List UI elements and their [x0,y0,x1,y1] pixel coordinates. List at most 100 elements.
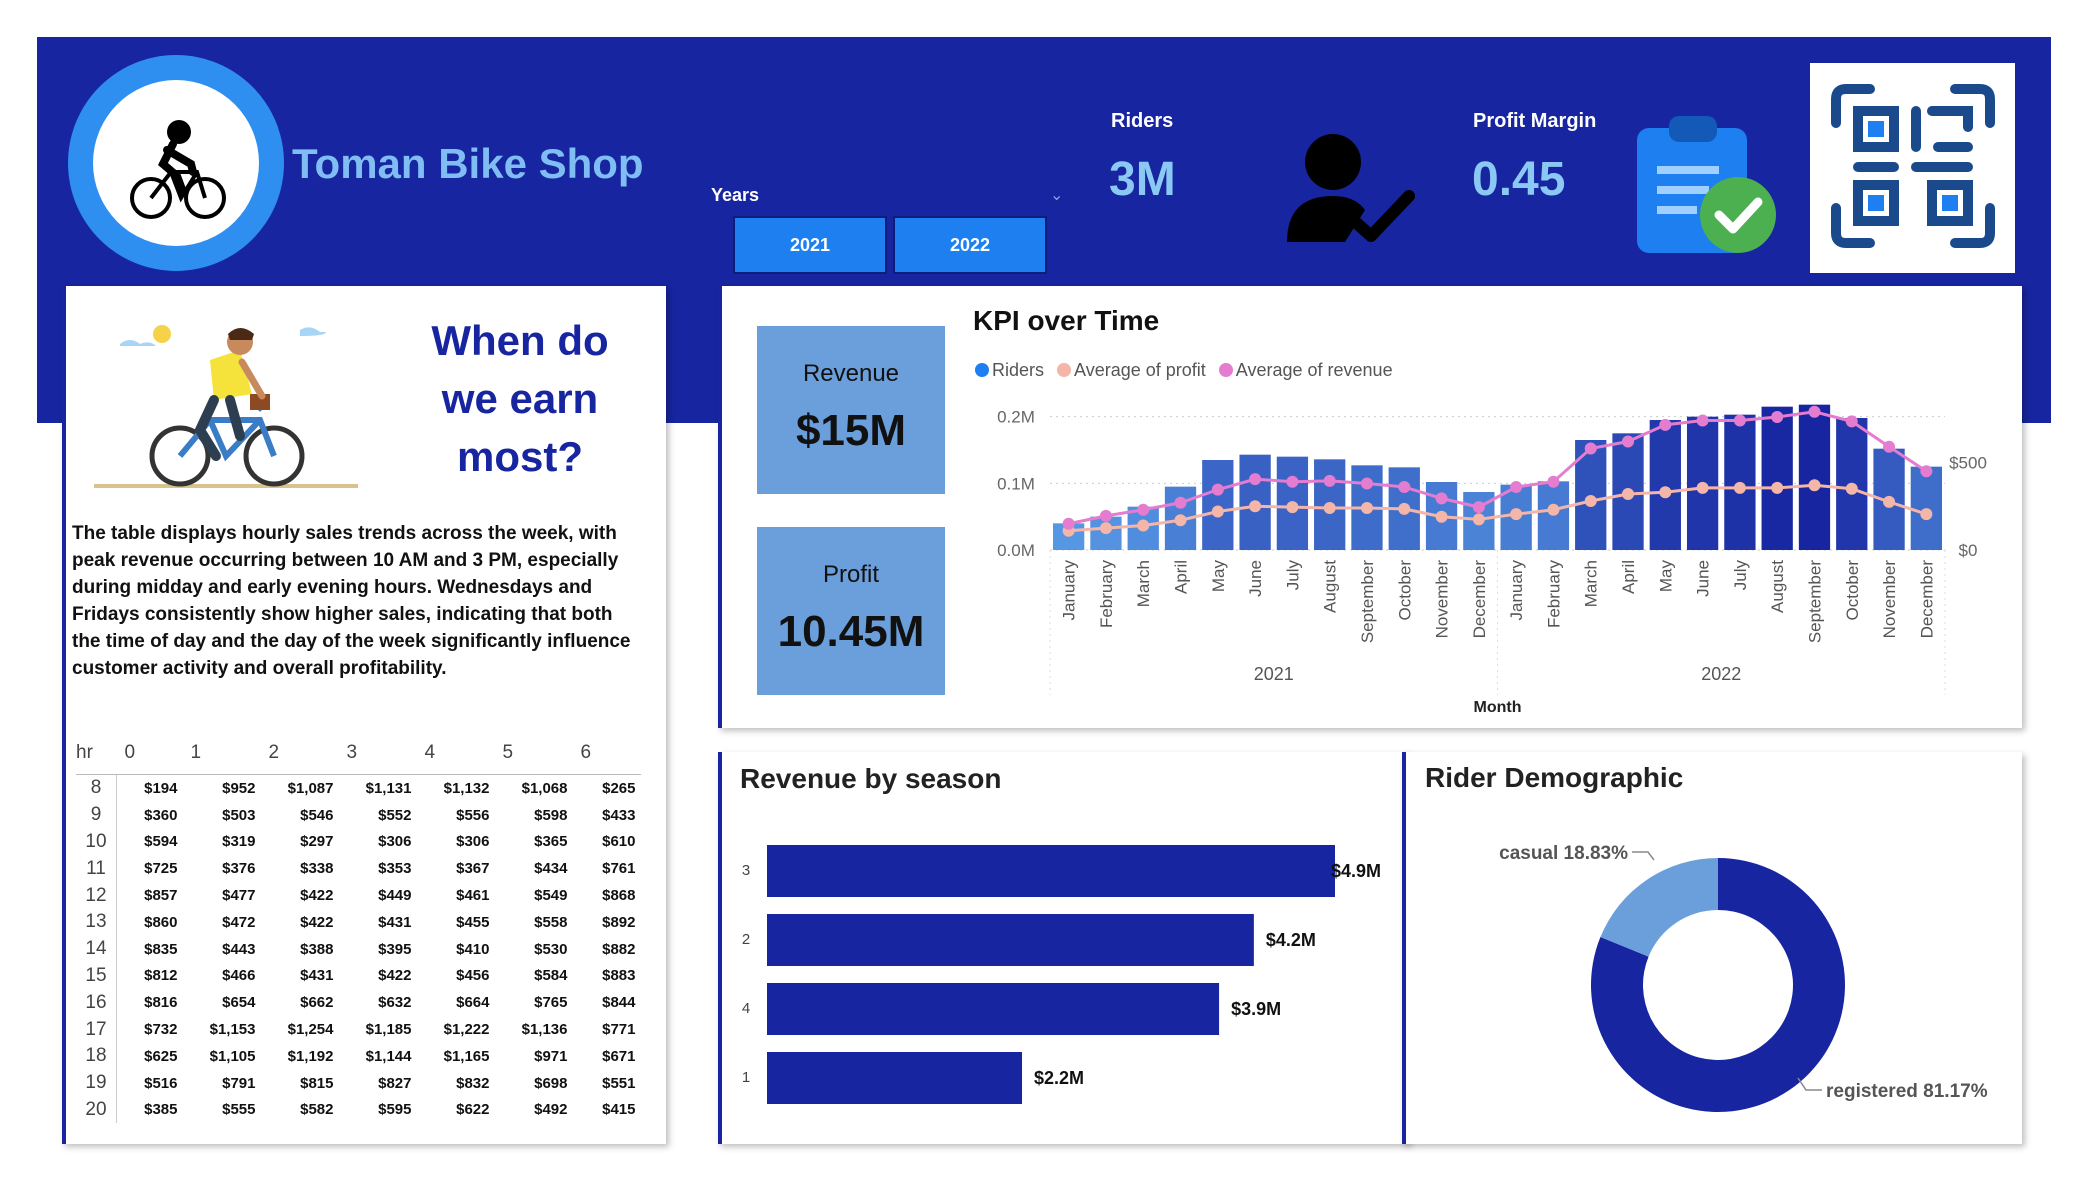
profit-point[interactable] [1137,519,1150,532]
sales-cell: $503 [222,806,256,824]
profit-margin-label: Profit Margin [1473,110,1597,132]
revenue-point[interactable] [1174,496,1187,509]
sales-cell: $556 [456,806,490,824]
sales-cell: $1,087 [287,779,334,797]
revenue-point[interactable] [1622,435,1635,448]
season-label: 3 [742,862,750,879]
riders-bar[interactable] [1761,406,1793,550]
revenue-point[interactable] [1435,492,1448,505]
profit-point[interactable] [1510,508,1523,521]
donut-slice[interactable] [1600,858,1718,957]
season-bar[interactable] [767,845,1335,897]
hour-cell: 16 [76,989,117,1017]
revenue-point[interactable] [1510,481,1523,493]
profit-point[interactable] [1323,502,1336,514]
year-button-2021[interactable]: 2021 [733,216,887,274]
profit-point[interactable] [1099,522,1112,535]
revenue-point[interactable] [1771,411,1784,423]
column-header-5: 5 [494,738,573,775]
revenue-point[interactable] [1286,475,1299,488]
chevron-down-icon[interactable]: ⌄ [1050,185,1063,204]
sales-cell: $549 [534,887,568,905]
revenue-point[interactable] [1547,475,1560,488]
sales-cell: $1,068 [521,779,568,797]
riders-bar[interactable] [1202,460,1234,550]
profit-margin-value: 0.45 [1472,153,1566,206]
profit-point[interactable] [1547,503,1560,516]
revenue-point[interactable] [1883,440,1896,453]
revenue-point[interactable] [1099,509,1112,522]
profit-point[interactable] [1174,514,1187,527]
sales-cell: $868 [602,887,636,905]
profit-point[interactable] [1659,486,1672,499]
riders-bar[interactable] [1798,404,1831,550]
revenue-point[interactable] [1062,517,1075,530]
profit-point[interactable] [1435,510,1448,523]
sales-cell: $882 [602,940,636,958]
x-tick-label: October [1395,560,1414,621]
profit-point[interactable] [1845,482,1858,495]
revenue-point[interactable] [1360,477,1373,490]
sales-cell: $832 [456,1074,490,1092]
sales-cell: $194 [144,779,178,797]
revenue-value: $15M [795,406,907,455]
clipboard-check-icon [1637,116,1776,253]
revenue-point[interactable] [1733,414,1746,427]
profit-point[interactable] [1286,501,1299,514]
profit-point[interactable] [1360,502,1373,514]
legend-item-profit[interactable]: Average of profit [1057,360,1206,380]
sales-cell: $791 [222,1074,256,1092]
profit-point[interactable] [1808,479,1821,492]
kpi-chart-title: KPI over Time [973,305,1160,336]
revenue-point[interactable] [1659,418,1672,431]
profit-point[interactable] [1920,508,1933,521]
profit-point[interactable] [1771,481,1784,494]
sales-cell: $598 [534,806,568,824]
sales-cell: $477 [222,887,256,905]
revenue-point[interactable] [1696,414,1709,427]
revenue-point[interactable] [1249,473,1262,486]
x-tick-label: February [1544,560,1563,629]
season-bar[interactable] [767,983,1220,1035]
revenue-point[interactable] [1472,501,1485,514]
revenue-point[interactable] [1808,405,1821,418]
year-group-label: 2021 [1254,664,1294,684]
profit-point[interactable] [1883,495,1896,508]
legend-item-riders[interactable]: Riders [975,360,1044,380]
sales-cell: $552 [378,806,412,824]
kpi-chart-legend: Riders Average of profit Average of reve… [975,360,1393,381]
profit-point[interactable] [1249,500,1262,513]
revenue-point[interactable] [1137,503,1150,516]
x-tick-label: June [1246,560,1265,597]
profit-point[interactable] [1584,495,1597,507]
revenue-point[interactable] [1211,483,1224,496]
legend-dot [1218,363,1233,377]
profit-point[interactable] [1696,481,1709,494]
x-tick-label: September [1358,560,1377,643]
column-header-3: 3 [338,738,417,775]
revenue-point[interactable] [1845,415,1858,428]
profit-point[interactable] [1398,502,1411,515]
profit-point[interactable] [1733,481,1746,494]
profit-point[interactable] [1472,513,1485,526]
sales-cell: $610 [602,833,636,851]
profit-point[interactable] [1211,505,1224,518]
revenue-point[interactable] [1398,481,1411,493]
x-tick-label: April [1619,560,1638,594]
table-row: 19 $516 $791 $815 $827 $832 $698 $551 [76,1069,641,1097]
revenue-point[interactable] [1323,474,1336,487]
revenue-point[interactable] [1920,465,1933,478]
sales-cell: $622 [456,1101,490,1119]
riders-bar[interactable] [1649,420,1681,550]
revenue-point[interactable] [1584,442,1597,455]
legend-item-revenue[interactable]: Average of revenue [1218,360,1393,380]
profit-point[interactable] [1622,488,1635,500]
season-bar[interactable] [767,914,1254,966]
qr-code[interactable] [1810,63,2015,273]
year-button-2022[interactable]: 2022 [893,216,1047,274]
season-bar[interactable] [767,1052,1023,1104]
hour-cell: 10 [76,828,117,856]
sales-cell: $835 [144,940,178,958]
legend-dot [1057,363,1072,377]
x-tick-label: December [1917,560,1936,639]
